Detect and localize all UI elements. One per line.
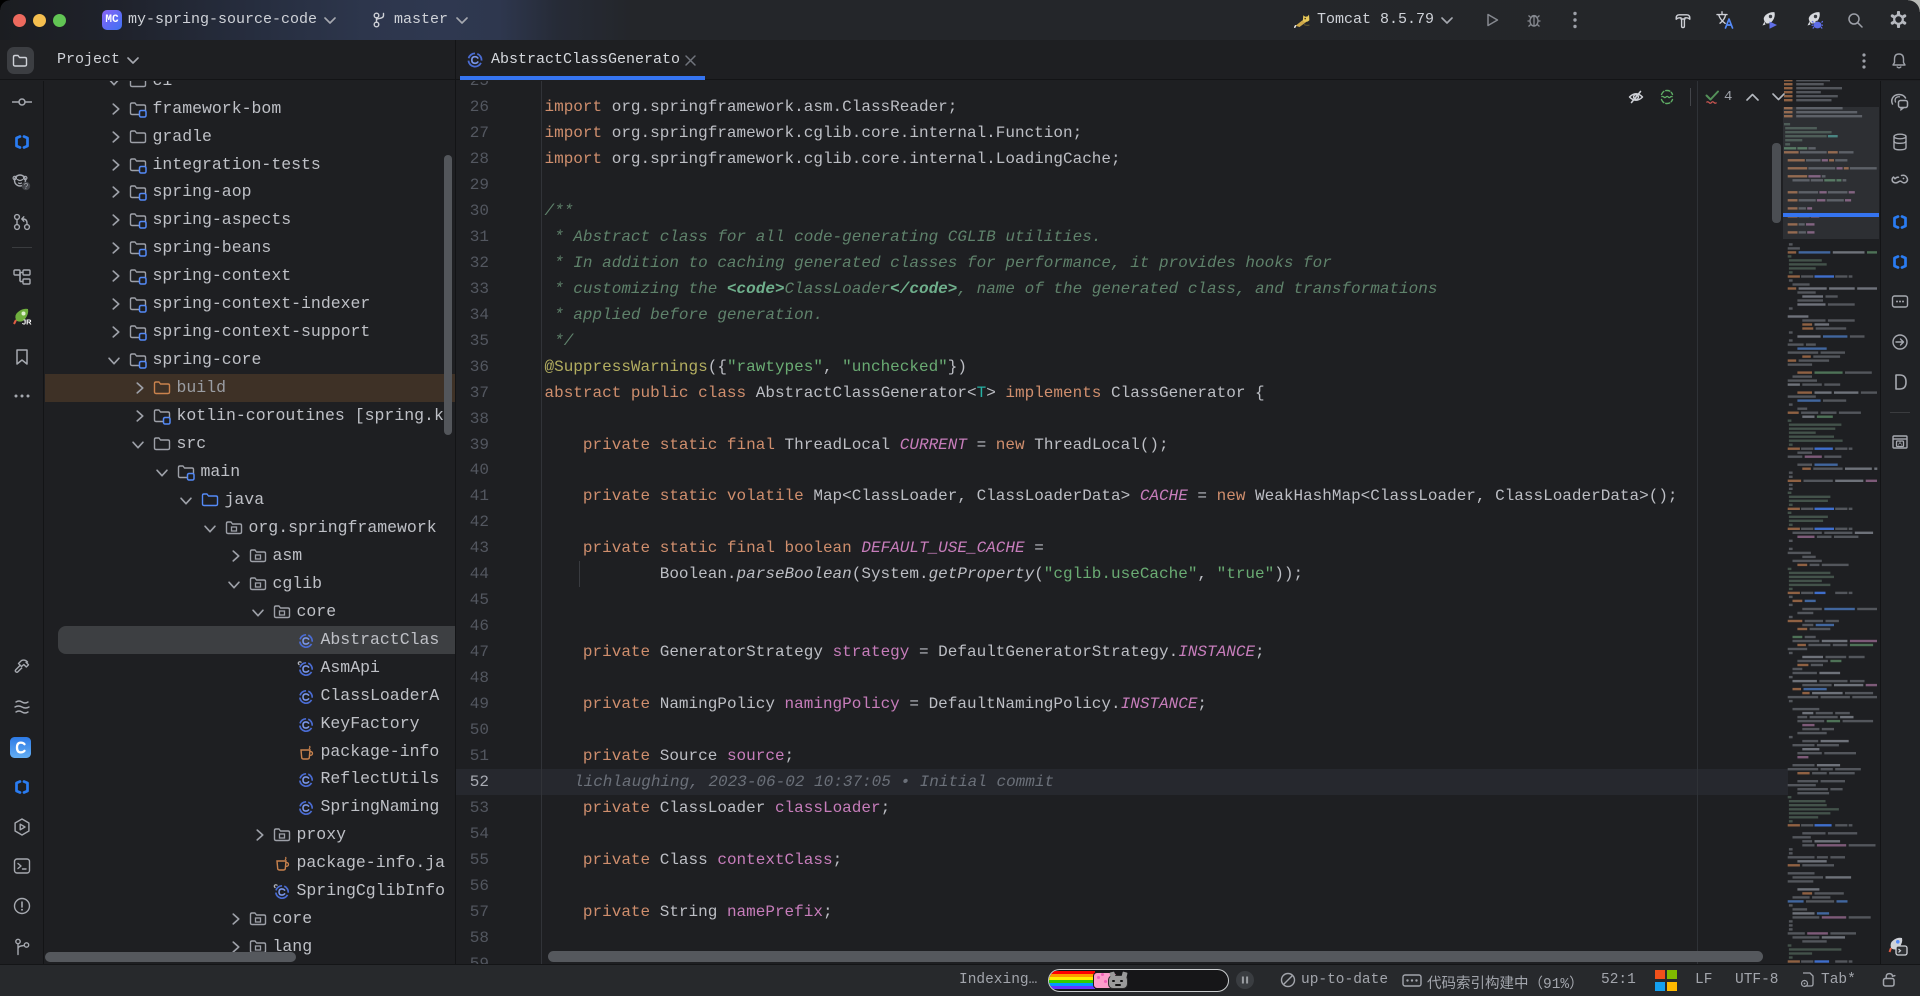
svg-text:JR: JR — [22, 318, 32, 327]
svg-text:A: A — [1898, 442, 1902, 448]
svg-text:?: ? — [24, 182, 29, 191]
